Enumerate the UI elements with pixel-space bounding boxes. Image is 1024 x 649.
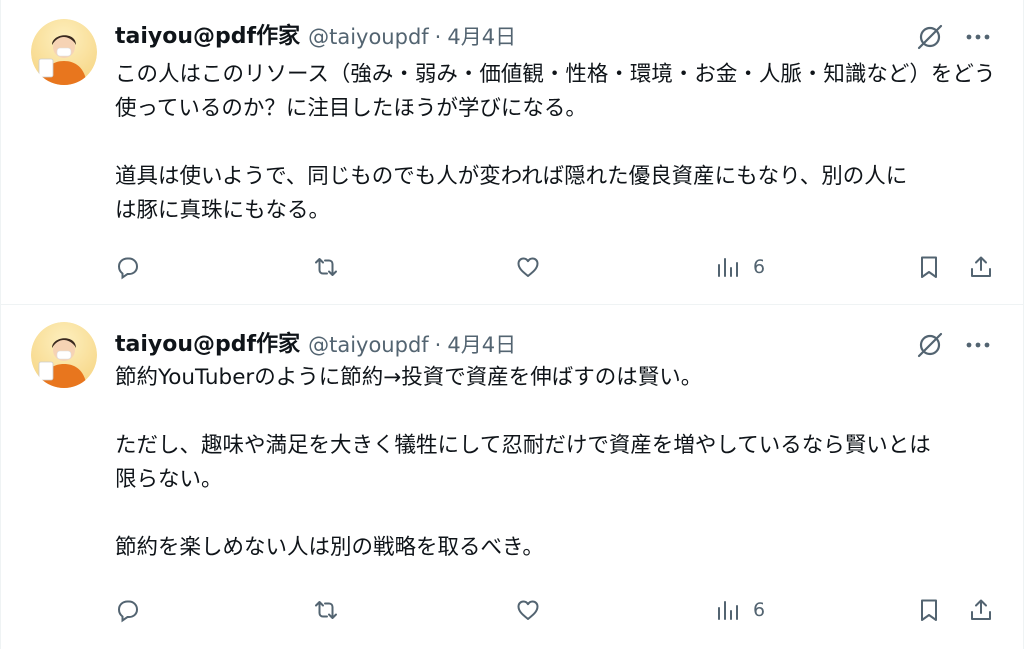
more-icon[interactable]: [963, 22, 993, 52]
user-handle[interactable]: @taiyoupdf: [308, 22, 429, 52]
like-button[interactable]: [515, 250, 541, 284]
views-count: 6: [753, 256, 766, 278]
avatar-image: [31, 322, 97, 388]
views-button[interactable]: 6: [715, 593, 765, 627]
user-handle[interactable]: @taiyoupdf: [308, 330, 429, 360]
separator-dot: ·: [434, 25, 442, 49]
like-button[interactable]: [515, 593, 541, 627]
views-count: 6: [753, 599, 766, 621]
views-button[interactable]: 6: [715, 250, 765, 284]
tweet[interactable]: taiyou@pdf作家 @taiyoupdf · 4月4日 節約YouTube…: [1, 305, 1023, 649]
grok-icon[interactable]: [915, 22, 945, 52]
tweet-header: taiyou@pdf作家 @taiyoupdf · 4月4日: [115, 22, 516, 52]
retweet-icon: [315, 258, 337, 276]
action-bar: 6: [115, 250, 1005, 284]
tweet-text: この人はこのリソース（強み・弱み・価値観・性格・環境・お金・人脈・知識など）をど…: [115, 62, 996, 223]
reply-icon: [117, 257, 139, 280]
views-icon: [718, 258, 738, 277]
reply-button[interactable]: [115, 250, 141, 284]
share-icon: [971, 256, 991, 277]
share-icon: [971, 599, 991, 620]
heart-icon: [517, 257, 539, 277]
reply-icon: [117, 600, 139, 623]
bookmark-button[interactable]: [916, 250, 942, 284]
separator-dot: ·: [434, 333, 442, 357]
action-bar: 6: [115, 593, 1005, 627]
bookmark-icon: [921, 256, 937, 278]
timeline-feed: taiyou@pdf作家 @taiyoupdf · 4月4日 この人はこのリソー…: [0, 0, 1024, 649]
tweet-header: taiyou@pdf作家 @taiyoupdf · 4月4日: [115, 330, 516, 360]
share-button[interactable]: [968, 593, 994, 627]
reply-button[interactable]: [115, 593, 141, 627]
retweet-button[interactable]: [313, 593, 339, 627]
avatar[interactable]: [31, 322, 97, 388]
share-button[interactable]: [968, 250, 994, 284]
display-name[interactable]: taiyou@pdf作家: [115, 22, 300, 52]
tweet-date[interactable]: 4月4日: [447, 22, 516, 52]
tweet-date[interactable]: 4月4日: [447, 330, 516, 360]
heart-icon: [517, 600, 539, 620]
grok-icon[interactable]: [915, 330, 945, 360]
bookmark-icon: [921, 599, 937, 621]
avatar[interactable]: [31, 19, 97, 85]
more-icon[interactable]: [963, 330, 993, 360]
display-name[interactable]: taiyou@pdf作家: [115, 330, 300, 360]
retweet-icon: [315, 601, 337, 619]
bookmark-button[interactable]: [916, 593, 942, 627]
tweet[interactable]: taiyou@pdf作家 @taiyoupdf · 4月4日 この人はこのリソー…: [1, 0, 1023, 305]
views-icon: [718, 601, 738, 620]
retweet-button[interactable]: [313, 250, 339, 284]
avatar-image: [31, 19, 97, 85]
tweet-text: 節約YouTuberのように節約→投資で資産を伸ばすのは賢い。 ただし、趣味や満…: [115, 365, 931, 560]
